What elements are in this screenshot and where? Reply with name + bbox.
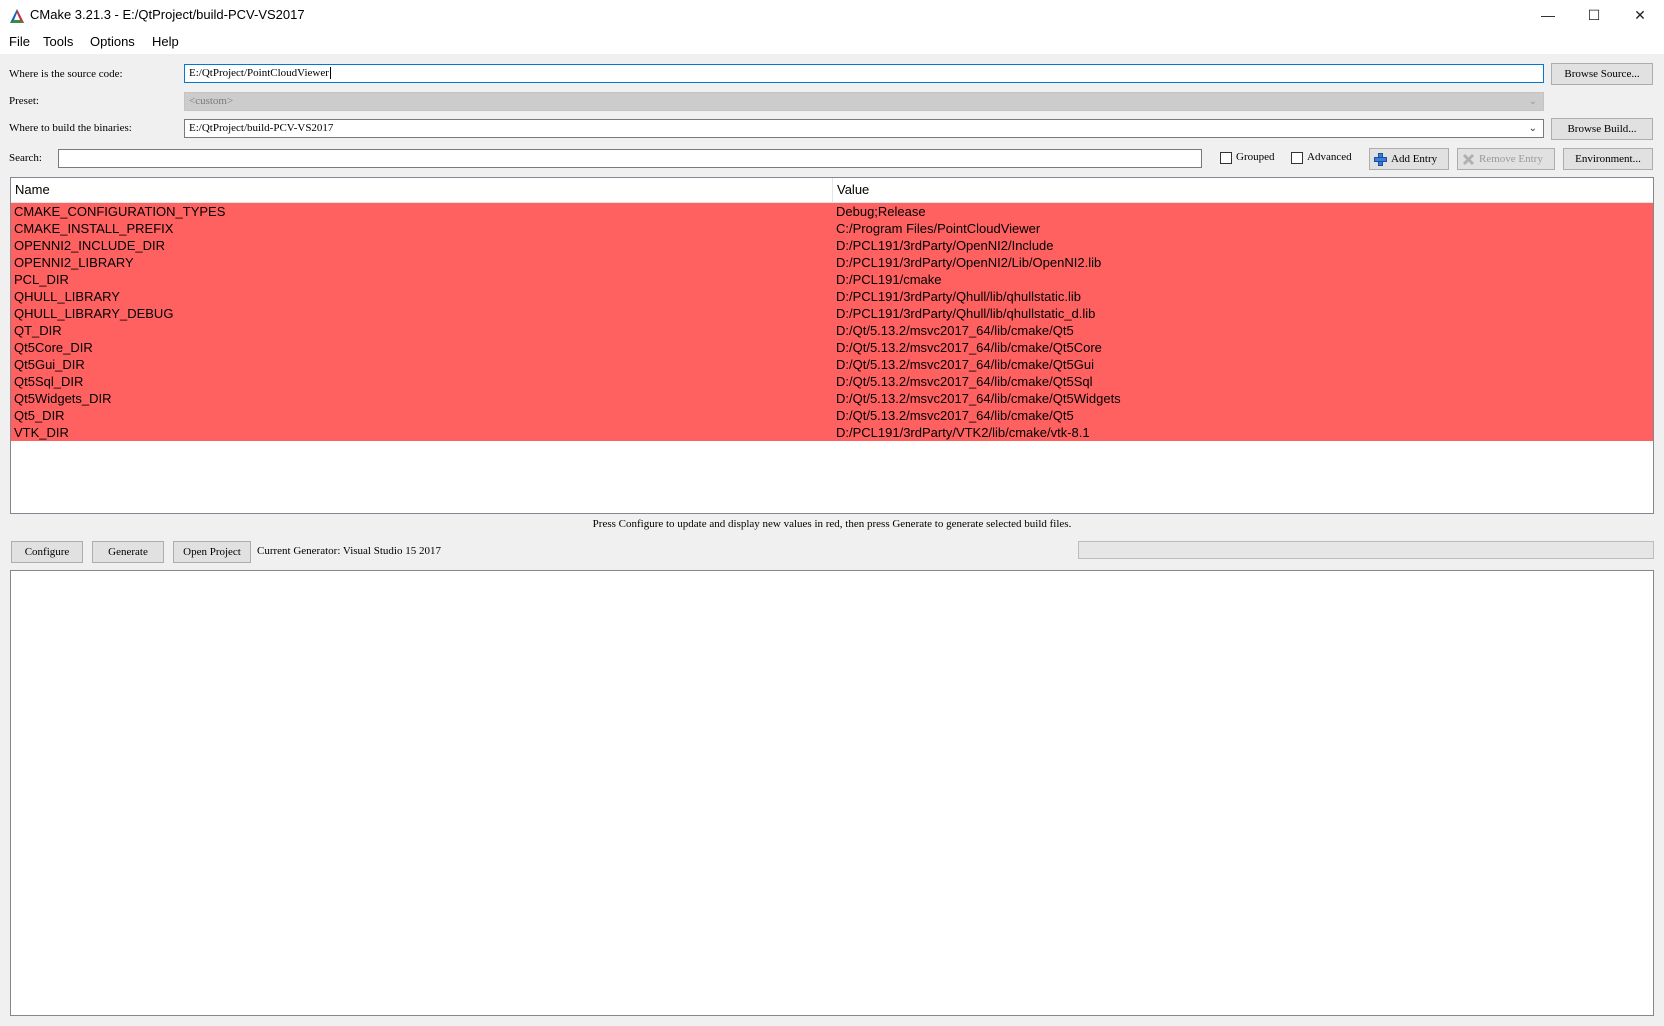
remove-x-icon xyxy=(1462,153,1475,165)
cell-name: QT_DIR xyxy=(14,323,62,338)
progress-bar xyxy=(1078,541,1654,559)
maximize-button[interactable]: ☐ xyxy=(1571,0,1617,30)
cell-name: CMAKE_CONFIGURATION_TYPES xyxy=(14,204,226,219)
menu-help[interactable]: Help xyxy=(152,34,179,49)
cell-value: D:/Qt/5.13.2/msvc2017_64/lib/cmake/Qt5Sq… xyxy=(836,374,1093,389)
cell-name: CMAKE_INSTALL_PREFIX xyxy=(14,221,174,236)
cell-value: D:/Qt/5.13.2/msvc2017_64/lib/cmake/Qt5 xyxy=(836,408,1074,423)
plus-icon xyxy=(1374,152,1387,166)
cell-name: OPENNI2_INCLUDE_DIR xyxy=(14,238,165,253)
menu-bar: File Tools Options Help xyxy=(0,30,1664,54)
table-body: CMAKE_CONFIGURATION_TYPES Debug;Release CM… xyxy=(11,203,1653,441)
cell-value: D:/Qt/5.13.2/msvc2017_64/lib/cmake/Qt5 xyxy=(836,323,1074,338)
cell-name: VTK_DIR xyxy=(14,425,69,440)
cache-variables-table[interactable]: Name Value CMAKE_CONFIGURATION_TYPES Debu… xyxy=(10,177,1654,514)
output-log[interactable] xyxy=(10,570,1654,1016)
remove-entry-button[interactable]: Remove Entry xyxy=(1457,148,1555,170)
table-row[interactable]: Qt5Sql_DIR D:/Qt/5.13.2/msvc2017_64/lib/c… xyxy=(11,373,1653,390)
table-row[interactable]: Qt5Gui_DIR D:/Qt/5.13.2/msvc2017_64/lib/c… xyxy=(11,356,1653,373)
cell-value: D:/PCL191/3rdParty/OpenNI2/Lib/OpenNI2.l… xyxy=(836,255,1102,270)
advanced-label: Advanced xyxy=(1307,151,1352,163)
configure-button[interactable]: Configure xyxy=(11,541,83,563)
column-header-value[interactable]: Value xyxy=(833,178,1653,202)
cell-value: D:/PCL191/3rdParty/Qhull/lib/qhullstatic… xyxy=(836,306,1096,321)
table-row[interactable]: QHULL_LIBRARY D:/PCL191/3rdParty/Qhull/li… xyxy=(11,288,1653,305)
grouped-checkbox[interactable] xyxy=(1220,152,1232,164)
cell-value: Debug;Release xyxy=(836,204,926,219)
open-project-button[interactable]: Open Project xyxy=(173,541,251,563)
table-row[interactable]: OPENNI2_INCLUDE_DIR D:/PCL191/3rdParty/Op… xyxy=(11,237,1653,254)
browse-build-button[interactable]: Browse Build... xyxy=(1551,118,1653,140)
cell-name: Qt5Core_DIR xyxy=(14,340,93,355)
cell-value: D:/PCL191/3rdParty/Qhull/lib/qhullstatic… xyxy=(836,289,1081,304)
build-path-combobox[interactable]: E:/QtProject/build-PCV-VS2017 ⌄ xyxy=(184,119,1544,138)
build-path-value: E:/QtProject/build-PCV-VS2017 xyxy=(189,122,334,134)
cell-name: PCL_DIR xyxy=(14,272,69,287)
table-row[interactable]: Qt5Widgets_DIR D:/Qt/5.13.2/msvc2017_64/l… xyxy=(11,390,1653,407)
menu-file[interactable]: File xyxy=(9,34,30,49)
cell-value: D:/PCL191/3rdParty/OpenNI2/Include xyxy=(836,238,1054,253)
build-label: Where to build the binaries: xyxy=(9,122,132,134)
preset-label: Preset: xyxy=(9,95,39,107)
environment-button[interactable]: Environment... xyxy=(1563,148,1653,170)
menu-options[interactable]: Options xyxy=(90,34,135,49)
advanced-checkbox[interactable] xyxy=(1291,152,1303,164)
table-header: Name Value xyxy=(11,178,1653,203)
cmake-logo-icon xyxy=(10,9,24,23)
search-label: Search: xyxy=(9,152,42,164)
source-path-value: E:/QtProject/PointCloudViewer xyxy=(189,67,329,79)
window-title: CMake 3.21.3 - E:/QtProject/build-PCV-VS… xyxy=(30,7,305,22)
current-generator-text: Current Generator: Visual Studio 15 2017 xyxy=(257,545,441,557)
source-path-input[interactable]: E:/QtProject/PointCloudViewer xyxy=(184,64,1544,83)
table-row[interactable]: VTK_DIR D:/PCL191/3rdParty/VTK2/lib/cmake… xyxy=(11,424,1653,441)
add-entry-label: Add Entry xyxy=(1391,153,1438,165)
cell-name: QHULL_LIBRARY_DEBUG xyxy=(14,306,174,321)
minimize-button[interactable]: — xyxy=(1525,0,1571,30)
column-header-name[interactable]: Name xyxy=(11,178,833,202)
table-row[interactable]: Qt5Core_DIR D:/Qt/5.13.2/msvc2017_64/lib/… xyxy=(11,339,1653,356)
generate-button[interactable]: Generate xyxy=(92,541,164,563)
table-row[interactable]: CMAKE_INSTALL_PREFIX C:/Program Files/Poi… xyxy=(11,220,1653,237)
table-row[interactable]: QT_DIR D:/Qt/5.13.2/msvc2017_64/lib/cmake… xyxy=(11,322,1653,339)
source-label: Where is the source code: xyxy=(9,68,123,80)
chevron-down-icon: ⌄ xyxy=(1528,96,1537,107)
cell-value: D:/Qt/5.13.2/msvc2017_64/lib/cmake/Qt5Co… xyxy=(836,340,1102,355)
cell-value: D:/PCL191/cmake xyxy=(836,272,942,287)
table-row[interactable]: PCL_DIR D:/PCL191/cmake xyxy=(11,271,1653,288)
cell-value: D:/Qt/5.13.2/msvc2017_64/lib/cmake/Qt5Gu… xyxy=(836,357,1094,372)
menu-tools[interactable]: Tools xyxy=(43,34,73,49)
grouped-label: Grouped xyxy=(1236,151,1275,163)
table-row[interactable]: Qt5_DIR D:/Qt/5.13.2/msvc2017_64/lib/cmak… xyxy=(11,407,1653,424)
cell-name: QHULL_LIBRARY xyxy=(14,289,120,304)
browse-source-button[interactable]: Browse Source... xyxy=(1551,63,1653,85)
cell-value: D:/Qt/5.13.2/msvc2017_64/lib/cmake/Qt5Wi… xyxy=(836,391,1121,406)
chevron-down-icon[interactable]: ⌄ xyxy=(1529,120,1537,137)
add-entry-button[interactable]: Add Entry xyxy=(1369,148,1449,170)
cell-name: Qt5Gui_DIR xyxy=(14,357,85,372)
table-row[interactable]: CMAKE_CONFIGURATION_TYPES Debug;Release xyxy=(11,203,1653,220)
cell-value: C:/Program Files/PointCloudViewer xyxy=(836,221,1041,236)
table-row[interactable]: OPENNI2_LIBRARY D:/PCL191/3rdParty/OpenNI… xyxy=(11,254,1653,271)
remove-entry-label: Remove Entry xyxy=(1479,153,1543,165)
cell-name: Qt5Sql_DIR xyxy=(14,374,84,389)
cell-value: D:/PCL191/3rdParty/VTK2/lib/cmake/vtk-8.… xyxy=(836,425,1090,440)
cell-name: Qt5Widgets_DIR xyxy=(14,391,112,406)
title-bar: CMake 3.21.3 - E:/QtProject/build-PCV-VS… xyxy=(0,0,1664,30)
search-input[interactable] xyxy=(58,149,1202,168)
close-button[interactable]: ✕ xyxy=(1617,0,1663,30)
preset-value: <custom> xyxy=(189,95,234,107)
configure-hint: Press Configure to update and display ne… xyxy=(592,518,1072,530)
preset-dropdown[interactable]: <custom> ⌄ xyxy=(184,92,1544,111)
table-row[interactable]: QHULL_LIBRARY_DEBUG D:/PCL191/3rdParty/Qh… xyxy=(11,305,1653,322)
cell-name: OPENNI2_LIBRARY xyxy=(14,255,134,270)
cell-name: Qt5_DIR xyxy=(14,408,65,423)
